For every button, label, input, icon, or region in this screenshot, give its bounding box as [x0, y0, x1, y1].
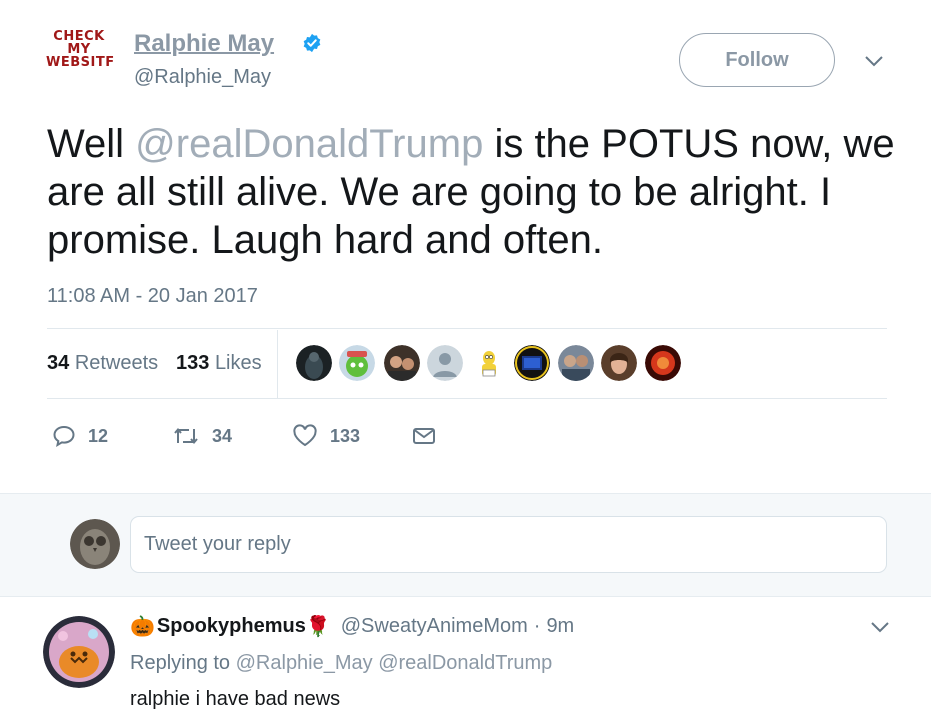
liker-avatar[interactable]	[601, 345, 637, 381]
avatar-text-line-3: WEBSITF	[46, 55, 115, 70]
retweets-stat[interactable]: 34 Retweets	[47, 352, 158, 375]
tweet-text-start: Well	[47, 122, 136, 166]
heart-icon	[293, 424, 317, 447]
follow-button[interactable]: Follow	[679, 33, 835, 87]
liker-avatar[interactable]	[471, 345, 507, 381]
verified-badge-icon	[303, 33, 321, 53]
reply-author-handle[interactable]: @SweatyAnimeMom	[341, 615, 528, 638]
liker-avatar[interactable]	[427, 345, 463, 381]
replying-label: Replying to	[130, 652, 231, 674]
likes-stat[interactable]: 133 Likes	[176, 352, 262, 375]
separator-dot: ·	[533, 614, 541, 637]
reply-author-name[interactable]: Spookyphemus	[157, 615, 306, 638]
tweet-text: Well @realDonaldTrump is the POTUS now, …	[47, 120, 897, 264]
reply-author-avatar[interactable]	[43, 616, 115, 688]
chevron-down-icon[interactable]	[870, 620, 890, 634]
replying-to-line: Replying to @Ralphie_May @realDonaldTrum…	[130, 652, 552, 675]
liker-avatar[interactable]	[514, 345, 550, 381]
divider	[47, 328, 887, 329]
tweet-timestamp[interactable]: 11:08 AM - 20 Jan 2017	[47, 285, 258, 308]
replying-to-links[interactable]: @Ralphie_May @realDonaldTrump	[236, 652, 553, 674]
author-handle[interactable]: @Ralphie_May	[134, 66, 271, 89]
stats-divider	[277, 330, 278, 398]
mention-link[interactable]: @realDonaldTrump	[135, 122, 483, 166]
current-user-avatar[interactable]	[70, 519, 120, 569]
liker-avatar[interactable]	[645, 345, 681, 381]
retweet-count: 34	[212, 425, 233, 446]
retweet-icon	[174, 427, 198, 445]
reply-count: 12	[88, 425, 109, 446]
retweets-count: 34	[47, 352, 70, 374]
reply-time[interactable]: 9m	[546, 615, 574, 638]
liker-avatar[interactable]	[384, 345, 420, 381]
message-icon	[413, 428, 435, 444]
retweet-action[interactable]: 34	[172, 423, 232, 449]
divider	[47, 398, 887, 399]
author-avatar[interactable]: CHECK MY WEBSITF	[46, 30, 115, 88]
liker-avatar[interactable]	[558, 345, 594, 381]
likes-label: Likes	[214, 352, 262, 374]
reply-action[interactable]: 12	[52, 423, 108, 449]
like-action[interactable]: 133	[292, 423, 360, 449]
liker-avatar[interactable]	[339, 345, 375, 381]
direct-message-action[interactable]	[412, 423, 448, 449]
author-name[interactable]: Ralphie May	[134, 30, 274, 58]
chevron-down-icon[interactable]	[864, 54, 884, 68]
liker-avatar[interactable]	[296, 345, 332, 381]
rose-emoji-icon: 🌹	[305, 615, 331, 638]
reply-header: 🎃 Spookyphemus 🌹 @SweatyAnimeMom · 9m	[130, 612, 574, 640]
reply-icon	[53, 425, 75, 448]
like-count: 133	[330, 425, 361, 446]
tweet-card: CHECK MY WEBSITF Ralphie May @Ralphie_Ma…	[0, 0, 931, 493]
likes-count: 133	[176, 352, 210, 374]
reply-text: ralphie i have bad news	[130, 688, 341, 710]
pumpkin-emoji-icon: 🎃	[130, 615, 155, 638]
retweets-label: Retweets	[74, 352, 159, 374]
reply-input[interactable]	[130, 516, 887, 573]
